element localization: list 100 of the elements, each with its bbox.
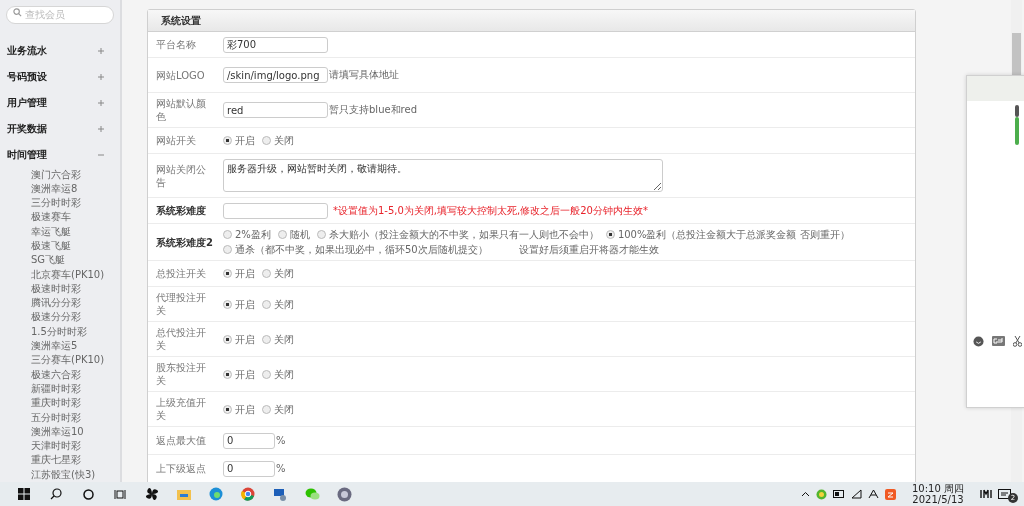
radio-button[interactable]	[223, 299, 232, 309]
app-icon[interactable]	[336, 486, 352, 502]
menu-item[interactable]: 澳洲幸运10	[0, 424, 120, 440]
menu-item[interactable]: 极速飞艇	[0, 239, 120, 254]
chevron-up-icon[interactable]	[801, 491, 810, 497]
gif-icon[interactable]	[992, 336, 1005, 346]
menu-item[interactable]: 极速赛车	[0, 210, 120, 225]
field-label: 平台名称	[155, 38, 197, 51]
menu-item[interactable]: 江苏骰宝(快3)	[0, 467, 120, 482]
field-label: 网站开关	[155, 134, 197, 147]
radio-button[interactable]	[262, 369, 271, 379]
radio-button[interactable]	[277, 230, 287, 239]
radio-button[interactable]	[262, 334, 271, 344]
menu-item[interactable]: 北京赛车(PK10)	[0, 267, 120, 282]
menu-group[interactable]: 时间管理	[0, 141, 120, 168]
text-field[interactable]: /skin/img/logo.png	[223, 67, 328, 83]
radio-button[interactable]	[223, 269, 232, 278]
radio-option[interactable]: 开启	[223, 296, 255, 312]
menu-item[interactable]: 幸运飞艇	[0, 224, 120, 239]
radio-button[interactable]	[262, 404, 271, 414]
field-label: 代理投注开关	[155, 291, 207, 317]
menu-group[interactable]: 业务流水	[0, 37, 120, 64]
radio-option[interactable]: 关闭	[262, 366, 294, 382]
app-tray-icon[interactable]	[885, 488, 896, 500]
scissors-icon[interactable]	[1013, 335, 1022, 347]
text-field[interactable]: red	[223, 102, 328, 118]
wifi-icon[interactable]	[851, 489, 862, 499]
menu-item[interactable]: 澳洲幸运5	[0, 339, 120, 354]
browser-icon[interactable]	[241, 487, 255, 501]
menu-item[interactable]: SG飞艇	[0, 253, 120, 268]
menu-item[interactable]: 三分赛车(PK10)	[0, 353, 120, 368]
menu-item[interactable]: 1.5分时时彩	[0, 324, 120, 340]
menu-item[interactable]: 极速分分彩	[0, 310, 120, 325]
menu-group[interactable]: 用户管理	[0, 89, 120, 116]
folder-icon[interactable]	[177, 488, 191, 500]
radio-button[interactable]	[262, 299, 271, 309]
field-label: 系统彩难度	[155, 204, 207, 217]
radio-button[interactable]	[316, 230, 326, 239]
menu-item[interactable]: 极速六合彩	[0, 367, 120, 382]
radio-option[interactable]: 杀大赔小（投注金额大的不中奖，如果只有一人则也不会中）	[316, 227, 599, 242]
field-label: 网站默认颜色	[155, 97, 207, 123]
radio-option[interactable]: 关闭	[262, 296, 294, 312]
warning-text: *设置值为1-5,0为关闭,填写较大控制太死,修改之后一般20分钟内生效*	[333, 203, 648, 218]
menu-item[interactable]: 五分时时彩	[0, 410, 120, 425]
note-text: 设置好后须重启开将器才能生效	[518, 244, 659, 255]
radio-button[interactable]	[223, 369, 232, 379]
menu-group[interactable]: 号码预设	[0, 63, 120, 90]
field-label: 总投注开关	[155, 267, 207, 280]
menu-item[interactable]: 腾讯分分彩	[0, 296, 120, 311]
radio-button[interactable]	[223, 136, 232, 145]
field-label: 返点最大值	[155, 434, 207, 447]
panel-title: 系统设置	[148, 10, 915, 32]
notice-textarea[interactable]: 服务器升级，网站暂时关闭，敬请期待。	[223, 159, 663, 192]
unit-label: %	[276, 435, 286, 446]
clock[interactable]: 10:10 周四 2021/5/13	[912, 483, 964, 505]
radio-button[interactable]	[223, 230, 232, 239]
text-field[interactable]: 0	[223, 460, 275, 477]
text-field[interactable]	[223, 202, 328, 219]
menu-item[interactable]: 极速时时彩	[0, 281, 120, 297]
browser-icon[interactable]	[209, 487, 223, 501]
radio-button[interactable]	[223, 245, 232, 254]
field-label: 上级充值开关	[155, 396, 207, 422]
task-view-icon[interactable]	[114, 488, 126, 500]
field-hint: 请填写具体地址	[329, 68, 399, 82]
menu-item[interactable]: 重庆七星彩	[0, 453, 120, 468]
menu-item[interactable]: 天津时时彩	[0, 439, 120, 454]
radio-option[interactable]: 关闭	[262, 401, 294, 417]
battery-icon[interactable]	[833, 490, 845, 498]
menu-item[interactable]: 三分时时彩	[0, 196, 120, 211]
circle-icon[interactable]	[82, 488, 94, 500]
radio-option[interactable]: 通杀（都不中奖，如果出现必中，循环50次后随机提交）	[223, 242, 488, 257]
radio-button[interactable]	[262, 136, 271, 145]
menu-item[interactable]: 澳洲幸运8	[0, 181, 120, 197]
radio-option[interactable]: 关闭	[262, 133, 294, 148]
menu-item[interactable]: 新疆时时彩	[0, 381, 120, 397]
radio-button[interactable]	[262, 269, 271, 278]
radio-button[interactable]	[605, 230, 615, 239]
radio-option[interactable]: 开启	[223, 401, 255, 417]
radio-option[interactable]: 关闭	[262, 331, 294, 347]
radio-option[interactable]: 随机	[277, 227, 310, 242]
radio-button[interactable]	[223, 404, 232, 414]
search-icon[interactable]	[50, 488, 62, 500]
radio-option[interactable]: 开启	[223, 331, 255, 347]
windows-icon[interactable]	[18, 488, 30, 500]
radio-option[interactable]: 开启	[223, 133, 255, 148]
menu-item[interactable]: 澳门六合彩	[0, 167, 120, 182]
radio-option[interactable]: 开启	[223, 366, 255, 382]
radio-option[interactable]: 2%盈利	[223, 227, 271, 242]
radio-option[interactable]: 100%盈利（总投注金额大于总派奖金额 否则重开）	[605, 227, 850, 242]
radio-button[interactable]	[223, 334, 232, 344]
radio-option[interactable]: 开启	[223, 266, 255, 281]
menu-item[interactable]: 重庆时时彩	[0, 396, 120, 411]
text-field[interactable]: 彩700	[223, 36, 328, 53]
emoji-icon[interactable]	[973, 335, 984, 347]
text-field[interactable]: 0	[223, 432, 275, 449]
remote-desktop-icon[interactable]	[273, 487, 287, 501]
audio-meter-icon	[1015, 105, 1019, 145]
pinwheel-icon[interactable]	[145, 487, 159, 501]
radio-option[interactable]: 关闭	[262, 266, 294, 281]
menu-group[interactable]: 开奖数据	[0, 115, 120, 142]
